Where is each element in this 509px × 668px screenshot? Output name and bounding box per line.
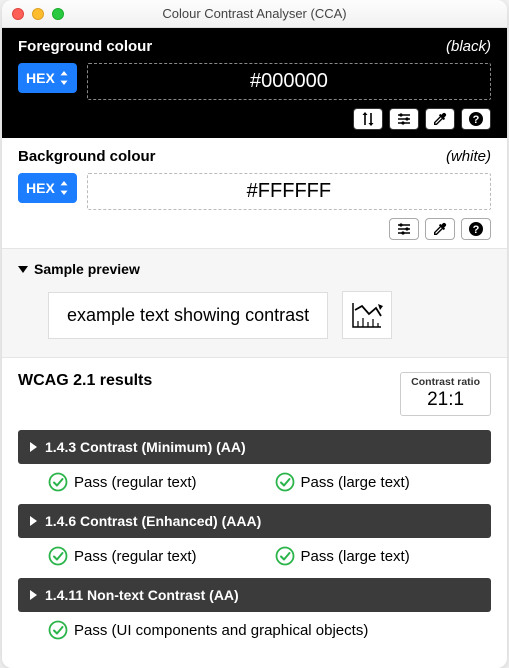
sliders-icon xyxy=(396,111,412,127)
updown-icon xyxy=(59,71,69,85)
check-icon xyxy=(48,472,68,492)
background-format-select[interactable]: HEX xyxy=(18,173,77,203)
swap-icon xyxy=(360,111,376,127)
pass-item: Pass (UI components and graphical object… xyxy=(48,620,491,640)
contrast-ratio-value: 21:1 xyxy=(411,389,480,411)
criterion-disclosure[interactable]: 1.4.11 Non-text Contrast (AA) xyxy=(18,578,491,612)
background-color-name: (white) xyxy=(446,148,491,165)
svg-text:?: ? xyxy=(473,114,480,126)
updown-icon xyxy=(59,181,69,195)
preview-section: Sample preview example text showing cont… xyxy=(2,248,507,358)
pass-row: Pass (UI components and graphical object… xyxy=(18,620,491,652)
results-section: WCAG 2.1 results Contrast ratio 21:1 1.4… xyxy=(2,358,507,668)
criterion-label: 1.4.3 Contrast (Minimum) (AA) xyxy=(45,439,246,455)
foreground-format-value: HEX xyxy=(26,70,55,86)
chart-icon xyxy=(350,300,384,330)
window-title: Colour Contrast Analyser (CCA) xyxy=(2,6,507,21)
check-icon xyxy=(275,472,295,492)
swap-colors-button[interactable] xyxy=(353,108,383,130)
preview-label: Sample preview xyxy=(34,261,140,277)
criterion-disclosure[interactable]: 1.4.3 Contrast (Minimum) (AA) xyxy=(18,430,491,464)
background-format-value: HEX xyxy=(26,180,55,196)
pass-item: Pass (large text) xyxy=(275,472,492,492)
foreground-label: Foreground colour xyxy=(18,38,152,55)
foreground-eyedropper-button[interactable] xyxy=(425,108,455,130)
contrast-ratio-box: Contrast ratio 21:1 xyxy=(400,372,491,416)
titlebar: Colour Contrast Analyser (CCA) xyxy=(2,0,507,28)
foreground-color-name: (black) xyxy=(446,38,491,55)
pass-text: Pass (regular text) xyxy=(74,548,197,565)
pass-item: Pass (large text) xyxy=(275,546,492,566)
criterion-label: 1.4.11 Non-text Contrast (AA) xyxy=(45,587,239,603)
pass-text: Pass (regular text) xyxy=(74,474,197,491)
pass-text: Pass (UI components and graphical object… xyxy=(74,622,368,639)
foreground-color-input[interactable] xyxy=(87,63,491,100)
background-eyedropper-button[interactable] xyxy=(425,218,455,240)
chevron-down-icon xyxy=(18,266,28,273)
foreground-sliders-button[interactable] xyxy=(389,108,419,130)
background-help-button[interactable]: ? xyxy=(461,218,491,240)
eyedropper-icon xyxy=(432,111,448,127)
chevron-right-icon xyxy=(30,590,37,600)
foreground-section: Foreground colour (black) HEX ? xyxy=(2,28,507,138)
chevron-right-icon xyxy=(30,442,37,452)
chevron-right-icon xyxy=(30,516,37,526)
results-title: WCAG 2.1 results xyxy=(18,372,152,390)
background-color-input[interactable] xyxy=(87,173,491,210)
pass-text: Pass (large text) xyxy=(301,548,410,565)
app-window: Colour Contrast Analyser (CCA) Foregroun… xyxy=(2,0,507,668)
criteria-list: 1.4.3 Contrast (Minimum) (AA) Pass (regul… xyxy=(18,430,491,652)
criterion-label: 1.4.6 Contrast (Enhanced) (AAA) xyxy=(45,513,261,529)
preview-graphic-sample xyxy=(342,291,392,339)
sliders-icon xyxy=(396,221,412,237)
check-icon xyxy=(275,546,295,566)
pass-row: Pass (regular text) Pass (large text) xyxy=(18,546,491,578)
svg-text:?: ? xyxy=(473,224,480,236)
preview-text-sample: example text showing contrast xyxy=(48,292,328,339)
contrast-ratio-label: Contrast ratio xyxy=(411,376,480,388)
criterion-disclosure[interactable]: 1.4.6 Contrast (Enhanced) (AAA) xyxy=(18,504,491,538)
pass-item: Pass (regular text) xyxy=(48,472,265,492)
background-sliders-button[interactable] xyxy=(389,218,419,240)
pass-text: Pass (large text) xyxy=(301,474,410,491)
check-icon xyxy=(48,546,68,566)
foreground-format-select[interactable]: HEX xyxy=(18,63,77,93)
background-label: Background colour xyxy=(18,148,156,165)
pass-row: Pass (regular text) Pass (large text) xyxy=(18,472,491,504)
eyedropper-icon xyxy=(432,221,448,237)
foreground-help-button[interactable]: ? xyxy=(461,108,491,130)
background-section: Background colour (white) HEX ? xyxy=(2,138,507,248)
check-icon xyxy=(48,620,68,640)
pass-item: Pass (regular text) xyxy=(48,546,265,566)
help-icon: ? xyxy=(468,111,484,127)
help-icon: ? xyxy=(468,221,484,237)
preview-disclosure[interactable]: Sample preview xyxy=(18,261,491,277)
